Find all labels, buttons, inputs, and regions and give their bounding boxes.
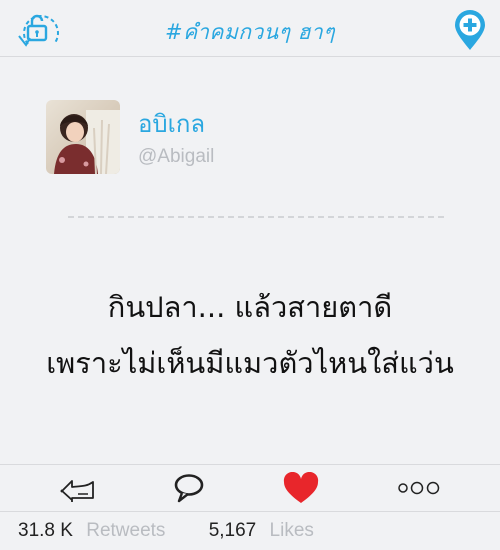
dashed-divider — [68, 216, 444, 218]
add-location-icon[interactable] — [452, 8, 488, 52]
avatar[interactable] — [46, 100, 120, 174]
more-icon[interactable] — [396, 472, 442, 504]
hashtag-title[interactable]: #คำคมกวนๆ ฮาๆ — [0, 16, 500, 49]
stats-row: 31.8 K Retweets 5,167 Likes — [18, 520, 314, 542]
likes-label[interactable]: Likes — [270, 520, 314, 541]
likes-count[interactable]: 5,167 — [209, 520, 257, 541]
user-handle[interactable]: @Abigail — [138, 146, 214, 168]
action-bar — [0, 464, 500, 512]
top-bar: #คำคมกวนๆ ฮาๆ — [0, 0, 500, 57]
retweet-icon[interactable] — [58, 472, 96, 504]
display-name[interactable]: อบิเกล — [138, 104, 205, 143]
retweets-label[interactable]: Retweets — [86, 520, 165, 541]
comment-icon[interactable] — [172, 472, 206, 504]
post-text-line-2: เพราะไม่เห็นมีแมวตัวไหนใส่แว่น — [46, 346, 454, 380]
heart-icon[interactable] — [282, 472, 320, 504]
post-text-line-1: กินปลา... แล้วสายตาดี — [107, 290, 393, 324]
retweets-count[interactable]: 31.8 K — [18, 520, 73, 541]
